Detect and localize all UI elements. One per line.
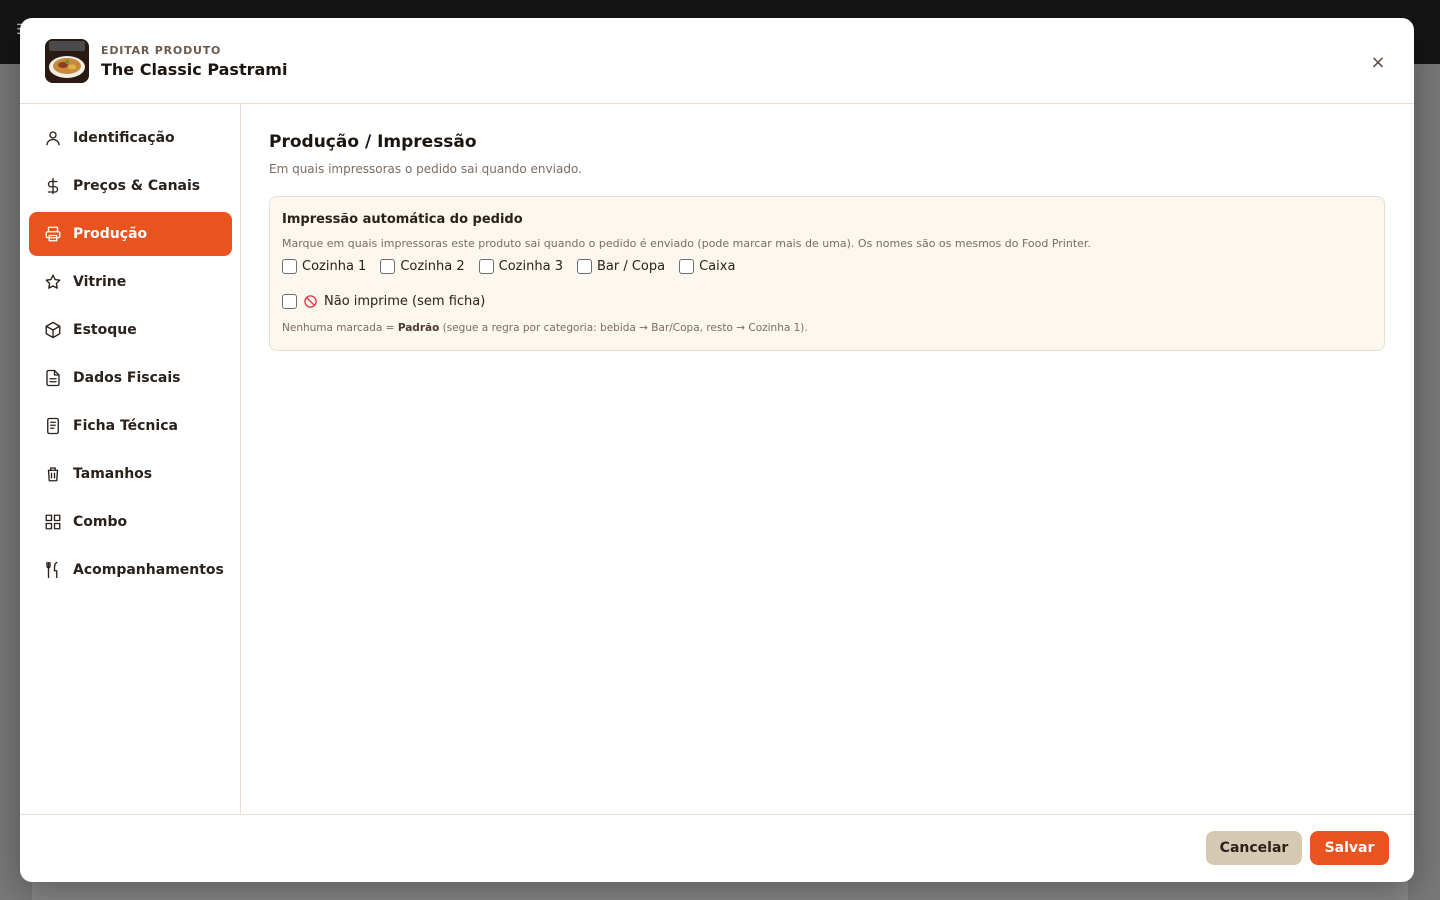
- card-title: Impressão automática do pedido: [282, 212, 523, 227]
- sidebar-item-combo[interactable]: Combo: [29, 500, 232, 544]
- checkbox[interactable]: [380, 259, 396, 274]
- sidebar-item-label: Combo: [73, 514, 128, 530]
- no-entry-icon: [303, 294, 318, 309]
- printer-option-cozinha-3[interactable]: Cozinha 3: [478, 259, 563, 274]
- close-icon[interactable]: ×: [1364, 48, 1392, 76]
- sidebar-item-vitrine[interactable]: Vitrine: [29, 260, 232, 304]
- sidebar-item-tamanhos[interactable]: Tamanhos: [29, 452, 232, 496]
- dollar-icon: [43, 176, 63, 196]
- header-kicker: EDITAR PRODUTO: [101, 44, 222, 57]
- checkbox[interactable]: [478, 259, 494, 274]
- edit-product-modal: EDITAR PRODUTO The Classic Pastrami × Id…: [20, 18, 1414, 882]
- section-subtitle: Em quais impressoras o pedido sai quando…: [269, 162, 582, 176]
- sidebar-item-ficha-tecnica[interactable]: Ficha Técnica: [29, 404, 232, 448]
- modal-content: Produção / Impressão Em quais impressora…: [269, 104, 1389, 814]
- printer-option-cozinha-2[interactable]: Cozinha 2: [380, 259, 465, 274]
- printer-label: Cozinha 3: [498, 259, 563, 274]
- sidebar-item-label: Dados Fiscais: [73, 370, 181, 386]
- printer-option-cozinha-1[interactable]: Cozinha 1: [282, 259, 366, 274]
- card-footnote: Nenhuma marcada = Padrão (segue a regra …: [282, 322, 808, 334]
- product-thumbnail: [45, 39, 89, 83]
- section-title: Produção / Impressão: [269, 132, 477, 152]
- receipt-icon: [43, 416, 63, 436]
- printer-label: Cozinha 1: [302, 259, 367, 274]
- sidebar-item-producao[interactable]: Produção: [29, 212, 232, 256]
- user-icon: [43, 128, 63, 148]
- modal-header: EDITAR PRODUTO The Classic Pastrami ×: [20, 18, 1414, 104]
- grid-icon: [43, 512, 63, 532]
- sidebar-item-acompanhamentos[interactable]: Acompanhamentos: [29, 548, 232, 592]
- sidebar-item-label: Vitrine: [73, 274, 127, 290]
- sidebar-item-estoque[interactable]: Estoque: [29, 308, 232, 352]
- save-button[interactable]: Salvar: [1310, 831, 1389, 865]
- sidebar-item-identificacao[interactable]: Identificação: [29, 116, 232, 160]
- sidebar-item-label: Tamanhos: [73, 466, 153, 482]
- food-image-icon: [45, 39, 89, 83]
- checkbox[interactable]: [576, 259, 592, 274]
- printer-label: Cozinha 2: [400, 259, 465, 274]
- modal-footer: Cancelar Salvar: [20, 814, 1414, 882]
- cancel-button[interactable]: Cancelar: [1206, 831, 1302, 865]
- utensils-icon: [43, 560, 63, 580]
- printer-option-bar-copa[interactable]: Bar / Copa: [576, 259, 666, 274]
- sidebar-item-label: Identificação: [73, 130, 175, 146]
- sidebar-item-label: Acompanhamentos: [73, 562, 224, 578]
- printer-label: Bar / Copa: [596, 259, 666, 274]
- footnote-default: Padrão: [397, 322, 440, 334]
- auto-print-card: Impressão automática do pedido Marque em…: [269, 196, 1385, 351]
- sidebar-item-label: Ficha Técnica: [73, 418, 178, 434]
- sidebar-item-dados-fiscais[interactable]: Dados Fiscais: [29, 356, 232, 400]
- no-print-label: Não imprime (sem ficha): [324, 294, 486, 309]
- printers-checkbox-group: Cozinha 1 Cozinha 2 Cozinha 3 Bar / Copa…: [282, 259, 749, 274]
- modal-sidebar: Identificação Preços & Canais Produção V…: [20, 104, 241, 814]
- sidebar-item-label: Preços & Canais: [73, 178, 201, 194]
- card-description: Marque em quais impressoras este produto…: [282, 237, 1091, 250]
- checkbox[interactable]: [679, 259, 695, 274]
- checkbox[interactable]: [282, 259, 297, 274]
- star-icon: [43, 272, 63, 292]
- printer-option-caixa[interactable]: Caixa: [679, 259, 735, 274]
- box-icon: [43, 320, 63, 340]
- sidebar-item-precos-canais[interactable]: Preços & Canais: [29, 164, 232, 208]
- sidebar-item-label: Estoque: [73, 322, 137, 338]
- document-icon: [43, 368, 63, 388]
- no-print-option[interactable]: Não imprime (sem ficha): [282, 294, 485, 309]
- footnote-suffix: (segue a regra por categoria: bebida → B…: [439, 322, 808, 334]
- product-title: The Classic Pastrami: [101, 60, 288, 79]
- printer-icon: [43, 224, 63, 244]
- checkbox[interactable]: [282, 294, 297, 309]
- sidebar-item-label: Produção: [73, 226, 148, 242]
- cup-icon: [43, 464, 63, 484]
- footnote-prefix: Nenhuma marcada =: [282, 322, 398, 334]
- printer-label: Caixa: [699, 259, 736, 274]
